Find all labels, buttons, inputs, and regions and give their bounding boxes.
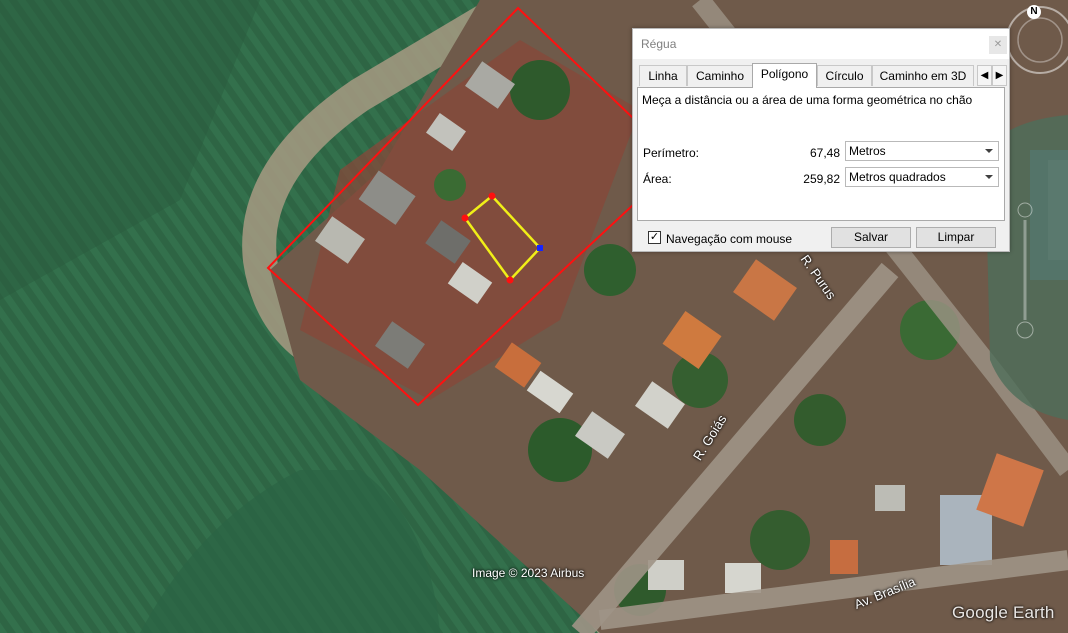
compass-north-icon[interactable]: N bbox=[1027, 5, 1041, 19]
area-label: Área: bbox=[643, 172, 672, 186]
polygon-vertex bbox=[461, 214, 469, 222]
chevron-down-icon bbox=[985, 149, 993, 153]
close-icon[interactable]: ✕ bbox=[989, 36, 1007, 54]
perimeter-label: Perímetro: bbox=[643, 146, 700, 160]
image-attribution: Image © 2023 Airbus bbox=[472, 566, 585, 580]
polygon-vertex-active bbox=[537, 245, 543, 251]
tab-scroll-left-icon[interactable]: ◀ bbox=[977, 65, 992, 86]
panel-description: Meça a distância ou a área de uma forma … bbox=[642, 93, 973, 107]
dialog-footer: ✓ Navegação com mouse Salvar Limpar bbox=[633, 225, 1009, 251]
chevron-down-icon bbox=[985, 175, 993, 179]
tab-poligono[interactable]: Polígono bbox=[752, 63, 817, 88]
mouse-navigation-label[interactable]: Navegação com mouse bbox=[666, 232, 792, 246]
dialog-titlebar[interactable]: Régua ✕ bbox=[633, 29, 1009, 59]
polygon-vertex bbox=[506, 276, 514, 284]
tab-bar: Linha Caminho Polígono Círculo Caminho e… bbox=[637, 63, 1007, 88]
area-value: 259,82 bbox=[803, 172, 840, 186]
perimeter-unit-value: Metros bbox=[849, 144, 886, 158]
tab-scroll-right-icon[interactable]: ▶ bbox=[992, 65, 1007, 86]
polygon-vertex bbox=[488, 192, 496, 200]
perimeter-value: 67,48 bbox=[809, 146, 840, 160]
clear-button[interactable]: Limpar bbox=[916, 227, 996, 248]
google-earth-logo: Google Earth bbox=[952, 603, 1055, 622]
tab-caminho-3d[interactable]: Caminho em 3D bbox=[872, 65, 974, 86]
dialog-title: Régua bbox=[641, 37, 677, 51]
tab-circulo[interactable]: Círculo bbox=[817, 65, 872, 86]
tab-caminho[interactable]: Caminho bbox=[687, 65, 753, 86]
tab-linha[interactable]: Linha bbox=[639, 65, 687, 86]
ruler-dialog: Régua ✕ Linha Caminho Polígono Círculo C… bbox=[632, 28, 1010, 252]
area-unit-value: Metros quadrados bbox=[849, 170, 946, 184]
polygon-panel: Meça a distância ou a área de uma forma … bbox=[637, 87, 1005, 221]
perimeter-unit-select[interactable]: Metros bbox=[845, 141, 999, 161]
area-unit-select[interactable]: Metros quadrados bbox=[845, 167, 999, 187]
save-button[interactable]: Salvar bbox=[831, 227, 911, 248]
mouse-navigation-checkbox[interactable]: ✓ bbox=[648, 231, 661, 244]
